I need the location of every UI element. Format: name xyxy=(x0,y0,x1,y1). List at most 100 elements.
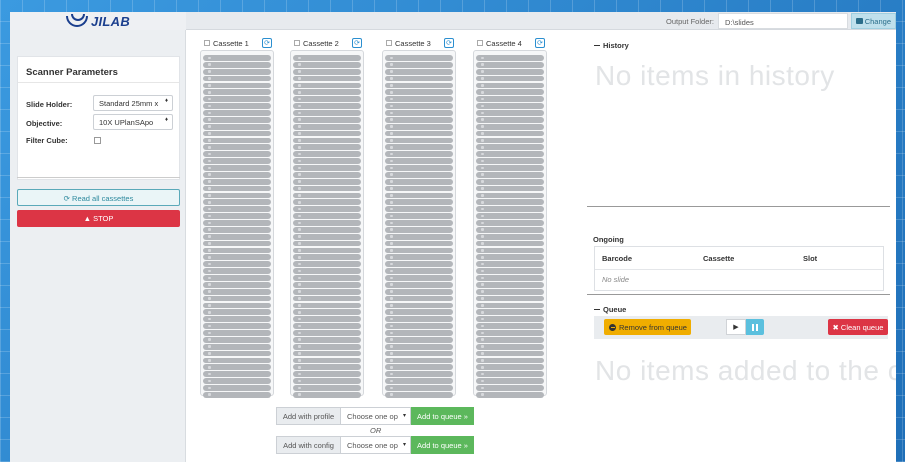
cassette-slot[interactable] xyxy=(293,178,361,185)
cassette-slot[interactable] xyxy=(293,75,361,82)
cassette-slot[interactable] xyxy=(385,103,453,109)
cassette-checkbox[interactable] xyxy=(294,40,300,46)
cassette-slot[interactable] xyxy=(203,96,271,103)
cassette-slot[interactable] xyxy=(476,110,544,116)
refresh-cassette-icon[interactable]: ⟳ xyxy=(444,38,454,48)
stop-button[interactable]: ▲ STOP xyxy=(17,210,180,227)
cassette-slot[interactable] xyxy=(203,130,271,137)
cassette-slot[interactable] xyxy=(385,199,453,206)
cassette-slot[interactable] xyxy=(203,213,271,219)
cassette-slot[interactable] xyxy=(203,103,271,109)
cassette-slot[interactable] xyxy=(203,151,271,158)
cassette-slot[interactable] xyxy=(385,364,453,371)
cassette-slot[interactable] xyxy=(203,89,271,96)
filter-cube-checkbox[interactable] xyxy=(94,137,101,144)
cassette-slot[interactable] xyxy=(476,116,544,123)
cassette-slot[interactable] xyxy=(293,281,361,288)
cassette-slot[interactable] xyxy=(293,123,361,130)
cassette-slot[interactable] xyxy=(203,192,271,199)
cassette-slot[interactable] xyxy=(293,220,361,226)
cassette-slot[interactable] xyxy=(385,336,453,343)
cassette-slot[interactable] xyxy=(385,130,453,137)
cassette-slot[interactable] xyxy=(476,371,544,378)
refresh-cassette-icon[interactable]: ⟳ xyxy=(262,38,272,48)
remove-from-queue-button[interactable]: Remove from queue xyxy=(604,319,691,335)
cassette-slot[interactable] xyxy=(203,281,271,288)
cassette-slot[interactable] xyxy=(476,357,544,364)
profile-select[interactable]: Choose one op xyxy=(341,407,411,425)
cassette-slot[interactable] xyxy=(203,68,271,75)
cassette-slot[interactable] xyxy=(476,123,544,130)
add-to-queue-button[interactable]: Add to queue » xyxy=(411,407,474,425)
cassette-slot[interactable] xyxy=(385,178,453,185)
cassette-slot[interactable] xyxy=(203,61,271,68)
cassette-slot[interactable] xyxy=(293,82,361,89)
cassette-slot[interactable] xyxy=(203,391,271,398)
cassette-slot[interactable] xyxy=(293,89,361,96)
cassette-slot[interactable] xyxy=(203,302,271,309)
cassette-slot[interactable] xyxy=(293,68,361,75)
cassette-slot[interactable] xyxy=(476,302,544,309)
cassette-slot[interactable] xyxy=(476,364,544,371)
cassette-slot[interactable] xyxy=(385,213,453,219)
cassette-slot[interactable] xyxy=(476,261,544,268)
cassette-slot[interactable] xyxy=(293,110,361,116)
refresh-cassette-icon[interactable]: ⟳ xyxy=(535,38,545,48)
cassette-slot[interactable] xyxy=(476,185,544,192)
cassette-slot[interactable] xyxy=(476,288,544,295)
cassette-slot[interactable] xyxy=(203,82,271,89)
cassette-slot[interactable] xyxy=(385,68,453,75)
cassette-slot[interactable] xyxy=(203,226,271,233)
cassette-slot[interactable] xyxy=(385,61,453,68)
cassette-slot[interactable] xyxy=(293,336,361,343)
cassette-slot[interactable] xyxy=(385,185,453,192)
cassette-slot[interactable] xyxy=(385,110,453,116)
cassette-checkbox[interactable] xyxy=(386,40,392,46)
cassette-slot[interactable] xyxy=(385,254,453,261)
cassette-slot[interactable] xyxy=(385,309,453,316)
history-header[interactable]: History xyxy=(594,41,629,50)
cassette-slot[interactable] xyxy=(385,350,453,357)
cassette-slot[interactable] xyxy=(385,55,453,61)
cassette-slot[interactable] xyxy=(385,330,453,336)
cassette-slot[interactable] xyxy=(476,220,544,226)
cassette-slot[interactable] xyxy=(293,247,361,254)
cassette-slot[interactable] xyxy=(476,137,544,144)
cassette-slot[interactable] xyxy=(385,378,453,384)
cassette-slot[interactable] xyxy=(385,233,453,240)
cassette-slot[interactable] xyxy=(293,350,361,357)
cassette-slot[interactable] xyxy=(476,316,544,323)
cassette-slot[interactable] xyxy=(476,343,544,350)
cassette-slot[interactable] xyxy=(476,206,544,213)
cassette-slot[interactable] xyxy=(476,309,544,316)
cassette-slot[interactable] xyxy=(476,55,544,61)
cassette-checkbox[interactable] xyxy=(204,40,210,46)
cassette-slot[interactable] xyxy=(385,281,453,288)
cassette-slot[interactable] xyxy=(293,116,361,123)
cassette-slot[interactable] xyxy=(293,391,361,398)
cassette-slot[interactable] xyxy=(293,199,361,206)
cassette-slot[interactable] xyxy=(476,391,544,398)
cassette-slot[interactable] xyxy=(385,220,453,226)
clean-queue-button[interactable]: ✖ Clean queue xyxy=(828,319,888,335)
cassette-slot[interactable] xyxy=(293,323,361,329)
cassette-slot[interactable] xyxy=(476,275,544,281)
cassette-slot[interactable] xyxy=(293,226,361,233)
cassette-slot[interactable] xyxy=(293,261,361,268)
change-folder-button[interactable]: Change xyxy=(851,13,896,29)
cassette-slot[interactable] xyxy=(476,233,544,240)
cassette-slot[interactable] xyxy=(385,144,453,151)
cassette-slot[interactable] xyxy=(293,254,361,261)
cassette-slot[interactable] xyxy=(293,144,361,151)
cassette-slot[interactable] xyxy=(293,137,361,144)
cassette-slot[interactable] xyxy=(385,240,453,247)
cassette-slot[interactable] xyxy=(203,158,271,164)
cassette-slot[interactable] xyxy=(385,171,453,178)
cassette-slot[interactable] xyxy=(203,123,271,130)
cassette-slot[interactable] xyxy=(476,226,544,233)
cassette-slot[interactable] xyxy=(293,130,361,137)
cassette-slot[interactable] xyxy=(203,240,271,247)
cassette-slot[interactable] xyxy=(385,226,453,233)
cassette-slot[interactable] xyxy=(385,82,453,89)
cassette-slot[interactable] xyxy=(203,295,271,302)
